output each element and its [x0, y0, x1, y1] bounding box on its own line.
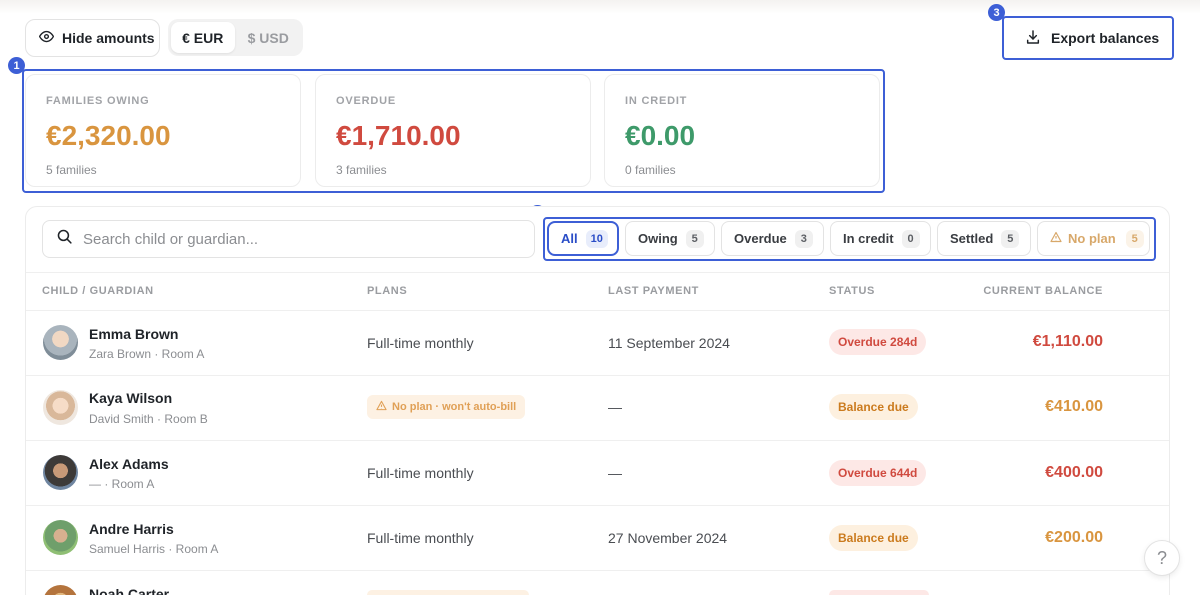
- question-icon: ?: [1156, 547, 1167, 568]
- export-balances-label: Export balances: [1051, 30, 1160, 46]
- plan-name: Full-time monthly: [367, 530, 474, 546]
- download-icon: [1025, 29, 1041, 48]
- eye-icon: [38, 29, 55, 47]
- annotation-marker-3: 3: [988, 4, 1005, 21]
- filter-all[interactable]: All 10: [547, 221, 619, 256]
- warning-icon: [1050, 231, 1062, 246]
- card-value: €1,710.00: [336, 120, 461, 151]
- card-sub: 0 families: [625, 163, 676, 177]
- filter-count: 3: [794, 229, 813, 248]
- divider: [26, 272, 1169, 273]
- card-value: €2,320.00: [46, 120, 171, 151]
- filter-count: 5: [1125, 229, 1144, 248]
- filter-owing[interactable]: Owing 5: [625, 221, 715, 256]
- top-fade: [0, 0, 1200, 14]
- filter-label: All: [561, 231, 578, 246]
- no-plan-badge: [367, 590, 529, 595]
- avatar: [43, 455, 78, 490]
- current-balance: €400.00: [1045, 464, 1103, 481]
- divider: [26, 570, 1169, 571]
- status-badge: Overdue 284d: [829, 329, 927, 355]
- filter-label: In credit: [843, 231, 894, 246]
- filter-in-credit[interactable]: In credit 0: [830, 221, 931, 256]
- summary-card-families-owing: FAMILIES OWING €2,320.00 5 families: [25, 74, 301, 187]
- filter-label: Settled: [950, 231, 994, 246]
- filter-overdue[interactable]: Overdue 3: [721, 221, 824, 256]
- card-label: OVERDUE: [336, 95, 396, 107]
- current-balance: €1,110.00: [1032, 333, 1103, 350]
- warning-icon: [376, 400, 387, 414]
- divider: [26, 505, 1169, 506]
- plan-name: Full-time monthly: [367, 465, 474, 481]
- child-name: Alex Adams: [89, 456, 169, 472]
- guardian-room: — · Room A: [89, 477, 155, 491]
- currency-usd-button[interactable]: $ USD: [237, 22, 301, 53]
- col-header-last-payment: LAST PAYMENT: [608, 285, 699, 297]
- guardian-room: Zara Brown · Room A: [89, 347, 205, 361]
- divider: [26, 440, 1169, 441]
- child-name: Noah Carter: [89, 586, 170, 595]
- filter-label: Owing: [638, 231, 678, 246]
- last-payment: 27 November 2024: [608, 530, 728, 546]
- child-name: Kaya Wilson: [89, 390, 173, 406]
- status-badge: Balance due: [829, 525, 918, 551]
- filter-count: 10: [585, 229, 608, 248]
- no-plan-label: No plan · won't auto-bill: [392, 401, 517, 413]
- col-header-status: STATUS: [829, 285, 875, 297]
- avatar: [43, 325, 78, 360]
- last-payment: —: [608, 465, 622, 481]
- card-value: €0.00: [625, 120, 696, 151]
- status-badge: Balance due: [829, 394, 918, 420]
- card-sub: 3 families: [336, 163, 387, 177]
- currency-eur-button[interactable]: € EUR: [171, 22, 235, 53]
- search-icon: [56, 228, 73, 250]
- avatar: [43, 520, 78, 555]
- col-header-child: CHILD / GUARDIAN: [42, 285, 154, 297]
- filter-count: 5: [685, 229, 704, 248]
- child-name: Emma Brown: [89, 326, 179, 342]
- current-balance: €200.00: [1045, 529, 1103, 546]
- child-name: Andre Harris: [89, 521, 174, 537]
- col-header-balance: CURRENT BALANCE: [983, 285, 1103, 297]
- status-badge: Overdue 644d: [829, 460, 927, 486]
- filter-label: Overdue: [734, 231, 787, 246]
- plan-name: Full-time monthly: [367, 335, 474, 351]
- card-sub: 5 families: [46, 163, 97, 177]
- filter-label: No plan: [1068, 231, 1116, 246]
- no-plan-badge: No plan · won't auto-bill: [367, 395, 526, 419]
- hide-amounts-label: Hide amounts: [62, 30, 155, 46]
- current-balance: €410.00: [1045, 398, 1103, 415]
- last-payment: —: [608, 399, 622, 415]
- divider: [26, 310, 1169, 311]
- search-input[interactable]: [83, 230, 503, 248]
- filter-count: 0: [901, 229, 920, 248]
- status-badge: [829, 590, 929, 595]
- last-payment: 11 September 2024: [608, 335, 730, 351]
- card-label: IN CREDIT: [625, 95, 688, 107]
- card-label: FAMILIES OWING: [46, 95, 150, 107]
- currency-toggle: € EUR $ USD: [168, 19, 303, 56]
- hide-amounts-button[interactable]: Hide amounts: [25, 19, 160, 57]
- guardian-room: David Smith · Room B: [89, 412, 208, 426]
- search-box: [42, 220, 535, 258]
- summary-card-in-credit: IN CREDIT €0.00 0 families: [604, 74, 880, 187]
- filter-count: 5: [1001, 229, 1020, 248]
- avatar: [43, 390, 78, 425]
- filter-settled[interactable]: Settled 5: [937, 221, 1031, 256]
- help-button[interactable]: ?: [1144, 540, 1180, 576]
- col-header-plans: PLANS: [367, 285, 408, 297]
- export-balances-button[interactable]: Export balances: [1002, 16, 1174, 60]
- guardian-room: Samuel Harris · Room A: [89, 542, 219, 556]
- divider: [26, 375, 1169, 376]
- filter-no-plan[interactable]: No plan 5: [1037, 221, 1150, 256]
- summary-card-overdue: OVERDUE €1,710.00 3 families: [315, 74, 591, 187]
